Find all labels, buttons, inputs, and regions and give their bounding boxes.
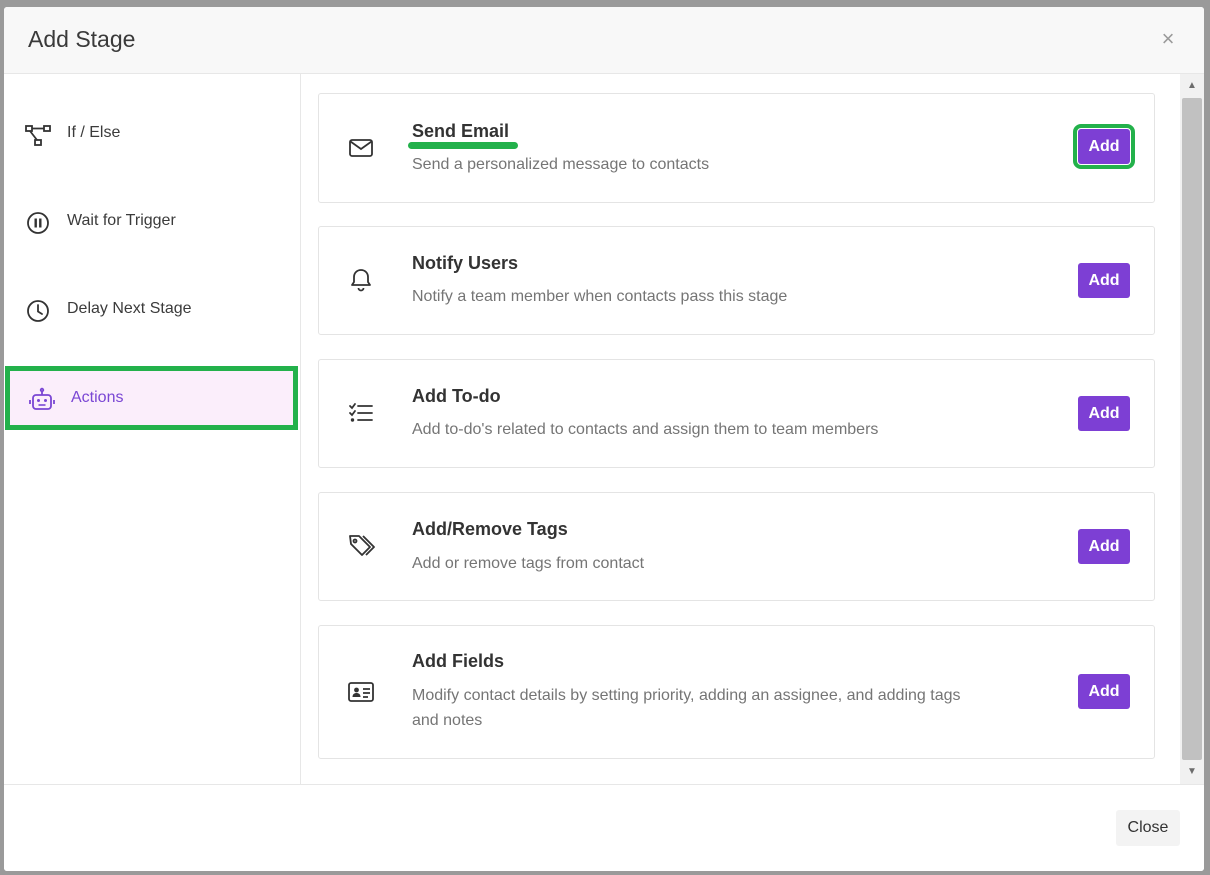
scroll-down-arrow-icon[interactable]: ▼ (1180, 762, 1204, 782)
sidebar-item-label: Wait for Trigger (67, 212, 176, 229)
pause-circle-icon (27, 212, 49, 234)
action-card-notify-users: Notify Users Notify a team member when c… (318, 226, 1155, 335)
tags-icon (349, 535, 375, 556)
action-description: Modify contact details by setting priori… (412, 687, 961, 729)
envelope-icon (349, 139, 373, 157)
checklist-icon (349, 403, 373, 422)
title-highlight-underline (408, 142, 518, 149)
scroll-up-arrow-icon[interactable]: ▲ (1180, 76, 1204, 96)
clock-icon (27, 300, 49, 322)
add-remove-tags-button[interactable]: Add (1078, 529, 1130, 564)
close-button[interactable]: Close (1116, 810, 1180, 846)
add-fields-button[interactable]: Add (1078, 674, 1130, 709)
robot-icon (29, 387, 55, 410)
modal-header: Add Stage × (4, 7, 1204, 74)
bell-icon (351, 269, 371, 292)
content-scrollbar[interactable]: ▲ ▼ (1180, 74, 1204, 784)
sidebar-item-actions[interactable]: Actions (5, 366, 298, 430)
action-description: Add to-do's related to contacts and assi… (412, 421, 879, 438)
sidebar-item-delay-next-stage[interactable]: Delay Next Stage (4, 280, 300, 340)
sidebar-item-wait-for-trigger[interactable]: Wait for Trigger (4, 192, 300, 252)
action-card-add-todo: Add To-do Add to-do's related to contact… (318, 359, 1155, 468)
action-title: Add/Remove Tags (412, 519, 568, 539)
modal-title: Add Stage (28, 26, 136, 52)
action-title: Send Email (412, 121, 510, 141)
sidebar-item-label: If / Else (67, 124, 121, 141)
action-title: Add Fields (412, 651, 505, 671)
branch-icon (25, 125, 51, 146)
scroll-thumb[interactable] (1182, 98, 1202, 760)
action-card-add-fields: Add Fields Modify contact details by set… (318, 625, 1155, 759)
action-card-add-remove-tags: Add/Remove Tags Add or remove tags from … (318, 492, 1155, 601)
action-title: Add To-do (412, 386, 501, 406)
add-stage-modal: Add Stage × If / Else Wait for Trigger D… (4, 7, 1204, 871)
action-title: Notify Users (412, 253, 519, 273)
add-send-email-button[interactable]: Add (1073, 124, 1135, 169)
add-todo-button[interactable]: Add (1078, 396, 1130, 431)
action-description: Add or remove tags from contact (412, 555, 645, 572)
id-card-icon (348, 682, 374, 702)
sidebar-item-label: Delay Next Stage (67, 300, 192, 317)
sidebar-item-label: Actions (71, 389, 124, 406)
close-icon[interactable]: × (1157, 25, 1179, 53)
action-description: Notify a team member when contacts pass … (412, 288, 788, 305)
modal-footer: Close (4, 784, 1204, 871)
add-notify-users-button[interactable]: Add (1078, 263, 1130, 298)
sidebar-item-if-else[interactable]: If / Else (4, 104, 300, 164)
action-description: Send a personalized message to contacts (412, 156, 710, 173)
stage-type-sidebar: If / Else Wait for Trigger Delay Next St… (4, 74, 301, 784)
action-card-send-email: Send Email Send a personalized message t… (318, 93, 1155, 203)
actions-list: Send Email Send a personalized message t… (301, 74, 1179, 784)
